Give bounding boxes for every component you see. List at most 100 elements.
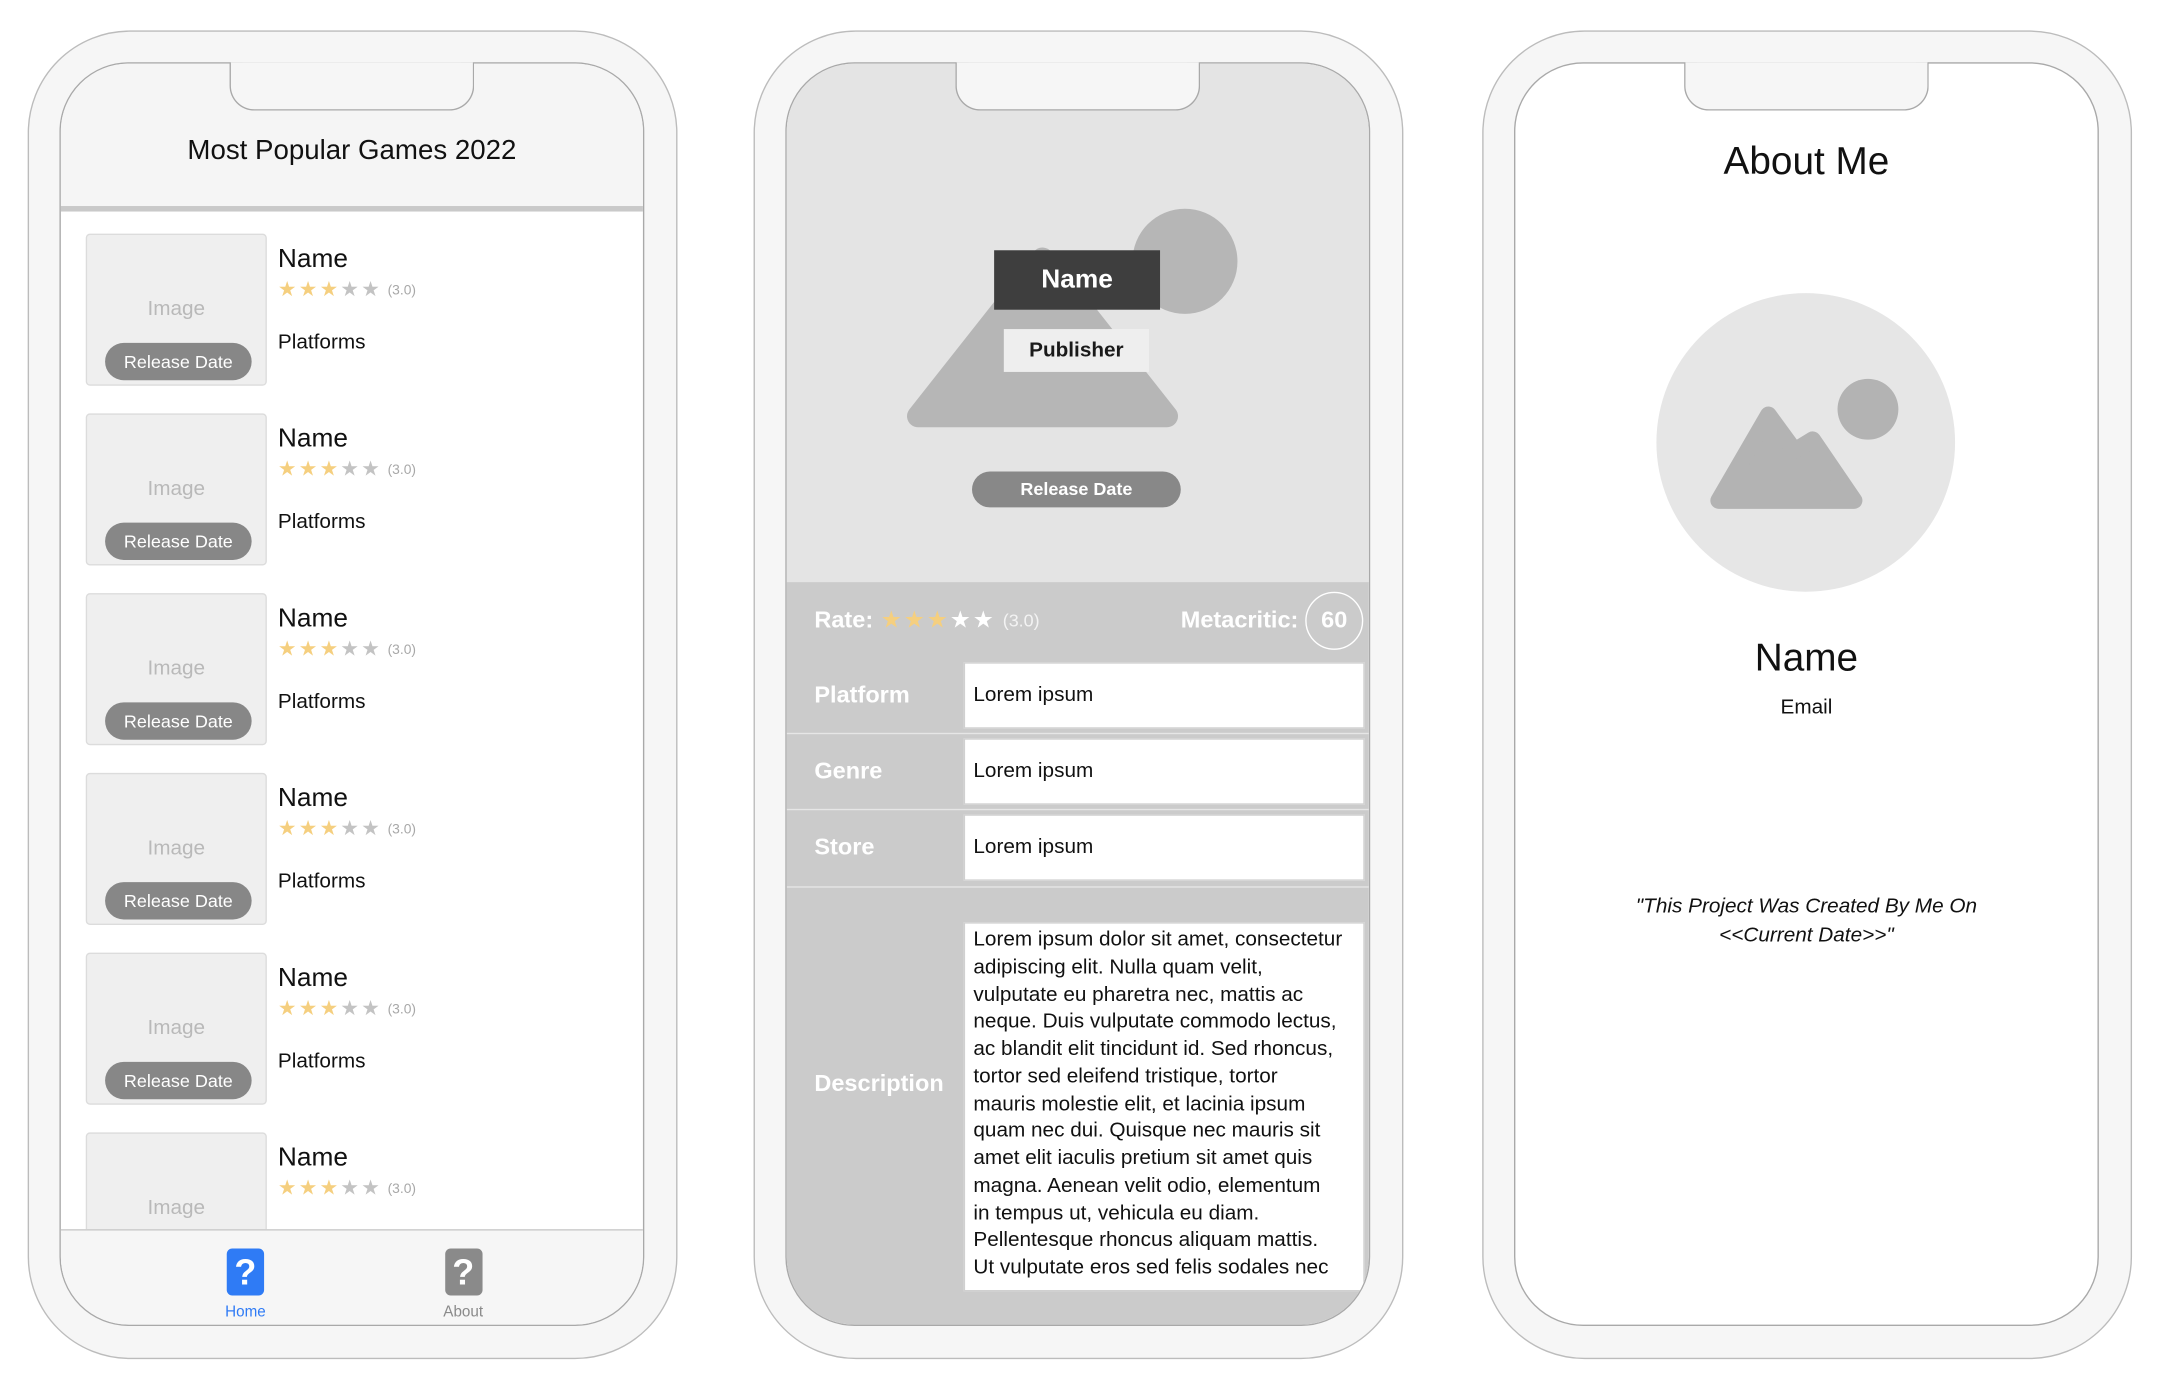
phone-notch xyxy=(1684,62,1929,111)
star-filled-icon: ★ xyxy=(298,636,320,661)
phone-frame-games-list: Most Popular Games 2022 Image Release Dat… xyxy=(27,30,678,1360)
star-filled-icon: ★ xyxy=(319,276,341,302)
star-filled-icon: ★ xyxy=(880,606,904,635)
star-filled-icon: ★ xyxy=(277,456,299,482)
rating-value: (3.0) xyxy=(387,1002,417,1018)
game-list-item[interactable]: Image Release Date Name ★★★★★ (3.0) Platforms xyxy=(61,413,643,593)
star-empty-icon: ★ xyxy=(340,636,362,661)
star-empty-icon: ★ xyxy=(972,606,996,635)
game-thumbnail: Image Release Date xyxy=(85,593,267,746)
games-list-screen: Most Popular Games 2022 Image Release Dat… xyxy=(59,62,645,1326)
star-filled-icon: ★ xyxy=(277,276,299,302)
game-thumbnail: Image Release Date xyxy=(85,233,267,386)
image-placeholder-icon xyxy=(1710,378,1899,509)
platform-value: Lorem ipsum xyxy=(963,662,1365,729)
star-empty-icon: ★ xyxy=(340,815,362,841)
avatar xyxy=(1656,293,1956,592)
star-filled-icon: ★ xyxy=(903,606,927,635)
star-empty-icon: ★ xyxy=(361,1175,383,1201)
phone-notch xyxy=(229,62,475,111)
rating-stars: ★★★★★ (3.0) xyxy=(278,1175,416,1200)
rating-stars: ★★★★★ (3.0) xyxy=(278,456,416,481)
image-placeholder-label: Image xyxy=(147,297,206,321)
rating-value: (3.0) xyxy=(387,463,417,479)
genre-value: Lorem ipsum xyxy=(963,738,1365,805)
game-name: Name xyxy=(277,604,348,634)
rating-value: (3.0) xyxy=(387,283,417,299)
metacritic-label: Metacritic: xyxy=(1180,606,1299,634)
row-divider xyxy=(786,732,1369,735)
game-platforms: Platforms xyxy=(277,869,366,894)
game-name: Name xyxy=(277,963,348,993)
tab-home[interactable]: ? Home xyxy=(204,1248,287,1322)
game-thumbnail: Image Release Date xyxy=(85,952,267,1105)
rating-stars: ★★★★★ (3.0) xyxy=(881,607,1040,636)
release-date-badge: Release Date xyxy=(972,471,1181,508)
release-date-badge: Release Date xyxy=(105,522,252,560)
image-placeholder-label: Image xyxy=(147,1195,206,1220)
star-filled-icon: ★ xyxy=(319,815,341,841)
star-filled-icon: ★ xyxy=(319,456,341,482)
rating-value: (3.0) xyxy=(387,822,417,838)
game-hero: Name Publisher Release Date xyxy=(786,63,1369,583)
description-label: Description xyxy=(814,1070,944,1097)
rating-stars: ★★★★★ (3.0) xyxy=(278,636,416,661)
mockup-canvas: Most Popular Games 2022 Image Release Dat… xyxy=(0,0,2168,1400)
star-filled-icon: ★ xyxy=(319,1175,341,1201)
star-filled-icon: ★ xyxy=(277,636,299,661)
row-divider xyxy=(786,886,1369,888)
platform-label: Platform xyxy=(814,681,910,708)
game-list-item[interactable]: Image Release Date Name ★★★★★ (3.0) Platforms xyxy=(61,593,643,773)
game-thumbnail: Image Release Date xyxy=(85,772,267,925)
game-platforms: Platforms xyxy=(277,689,366,714)
game-platforms: Platforms xyxy=(277,330,366,354)
game-name: Name xyxy=(277,424,348,454)
profile-name: Name xyxy=(1754,636,1859,679)
phone-frame-game-detail: Name Publisher Release Date Rate: ★★★★★(… xyxy=(753,30,1404,1360)
page-title: About Me xyxy=(1723,139,1890,183)
games-list[interactable]: Image Release Date Name ★★★★★ (3.0) Platforms… xyxy=(61,64,643,1325)
profile-email: Email xyxy=(1780,695,1833,719)
quote-line: "This Project Was Created By Me On xyxy=(1635,894,1978,919)
phone-frame-about: About Me Name Email "This Project Was Cr… xyxy=(1482,30,2133,1360)
game-name: Name xyxy=(277,244,348,274)
tab-bar: ? Home ? About xyxy=(60,1229,643,1325)
game-detail-screen: Name Publisher Release Date Rate: ★★★★★(… xyxy=(785,62,1371,1326)
star-filled-icon: ★ xyxy=(298,1175,320,1201)
star-empty-icon: ★ xyxy=(361,636,383,661)
rate-label: Rate: xyxy=(814,606,874,634)
image-placeholder-label: Image xyxy=(147,477,206,501)
rating-value: (3.0) xyxy=(387,642,417,659)
game-platforms: Platforms xyxy=(277,1049,366,1073)
image-placeholder-label: Image xyxy=(147,1016,206,1040)
release-date-badge: Release Date xyxy=(105,342,252,381)
game-list-item[interactable]: Image Release Date Name ★★★★★ (3.0) Platforms xyxy=(61,952,643,1133)
star-filled-icon: ★ xyxy=(298,276,320,302)
release-date-badge: Release Date xyxy=(105,882,252,920)
star-empty-icon: ★ xyxy=(361,456,383,482)
rating-stars: ★★★★★ (3.0) xyxy=(278,277,416,302)
game-name: Name xyxy=(277,1143,348,1173)
star-empty-icon: ★ xyxy=(361,995,383,1021)
question-mark-icon: ? xyxy=(444,1248,482,1296)
star-filled-icon: ★ xyxy=(298,995,320,1021)
star-empty-icon: ★ xyxy=(340,276,362,302)
star-filled-icon: ★ xyxy=(298,815,320,841)
image-placeholder-label: Image xyxy=(147,836,206,861)
about-screen: About Me Name Email "This Project Was Cr… xyxy=(1514,62,2099,1326)
star-filled-icon: ★ xyxy=(277,815,299,841)
creation-quote: "This Project Was Created By Me On <<Cur… xyxy=(1515,892,2097,950)
tab-about[interactable]: ? About xyxy=(422,1248,505,1322)
tab-home-label: Home xyxy=(225,1303,266,1321)
star-empty-icon: ★ xyxy=(949,606,973,635)
star-filled-icon: ★ xyxy=(926,606,950,635)
phone-notch xyxy=(955,62,1201,111)
star-filled-icon: ★ xyxy=(298,456,320,482)
game-list-item[interactable]: Image Release Date Name ★★★★★ (3.0) Platforms xyxy=(61,233,643,414)
star-filled-icon: ★ xyxy=(277,1175,299,1201)
image-placeholder-label: Image xyxy=(147,656,206,681)
publisher-label: Publisher xyxy=(1003,329,1149,372)
star-empty-icon: ★ xyxy=(340,456,362,482)
game-list-item[interactable]: Image Release Date Name ★★★★★ (3.0) Platforms xyxy=(61,772,643,953)
description-text: Lorem ipsum dolor sit amet, consectetur … xyxy=(963,922,1365,1292)
